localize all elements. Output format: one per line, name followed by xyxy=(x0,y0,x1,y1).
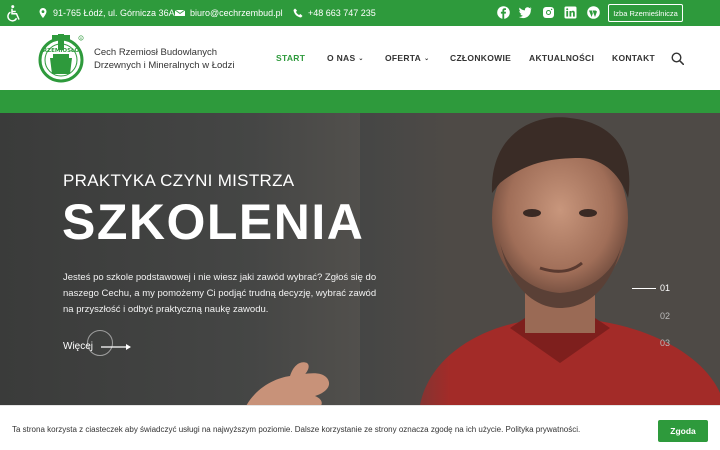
brand-line-1: Cech Rzemiosł Budowlanych xyxy=(94,47,218,58)
address-item: 91-765 Łódź, ul. Górnicza 36A xyxy=(38,0,175,26)
svg-text:R: R xyxy=(80,37,82,41)
phone-icon xyxy=(293,8,303,18)
slide-dot-01[interactable]: 01 xyxy=(660,283,670,293)
izba-rzemieslnicza-button[interactable]: Izba Rzemieślnicza xyxy=(608,4,683,22)
nav-item-o-nas[interactable]: O NAS ⌄ xyxy=(327,53,364,63)
hero-subtitle: PRAKTYKA CZYNI MISTRZA xyxy=(63,171,295,190)
search-icon[interactable] xyxy=(671,52,684,65)
instagram-icon[interactable] xyxy=(542,6,555,19)
slide-dot-03[interactable]: 03 xyxy=(660,338,670,348)
phone-item[interactable]: +48 663 747 235 xyxy=(293,0,376,26)
nav-item-czlonkowie[interactable]: CZŁONKOWIE xyxy=(450,53,511,63)
thumb-hand-graphic xyxy=(246,362,330,405)
hero-photo xyxy=(360,113,720,405)
phone-text[interactable]: +48 663 747 235 xyxy=(308,8,376,18)
more-circle xyxy=(87,330,113,356)
facebook-icon[interactable] xyxy=(497,6,510,19)
brand-line-2: Drzewnych i Mineralnych w Łodzi xyxy=(94,60,235,71)
nav-item-start[interactable]: START xyxy=(276,53,305,63)
nav-item-oferta[interactable]: OFERTA ⌄ xyxy=(385,53,429,63)
twitter-icon[interactable] xyxy=(518,6,532,19)
hero-text: Jesteś po szkole podstawowej i nie wiesz… xyxy=(63,272,377,315)
hero-slider: PRAKTYKA CZYNI MISTRZA SZKOLENIA Jesteś … xyxy=(0,113,720,405)
site-header: RZEMIOSŁO R Cech Rzemiosł Budowlanych Dr… xyxy=(0,26,720,90)
hero-title: SZKOLENIA xyxy=(62,194,365,250)
brand-name[interactable]: Cech Rzemiosł Budowlanych Drzewnych i Mi… xyxy=(94,46,254,72)
wordpress-icon[interactable] xyxy=(587,6,600,19)
nav-item-kontakt[interactable]: KONTAKT xyxy=(612,53,655,63)
slide-dot-02[interactable]: 02 xyxy=(660,311,670,321)
logo-text: RZEMIOSŁO xyxy=(43,48,79,54)
email-text[interactable]: biuro@cechrzembud.pl xyxy=(190,8,283,18)
address-text: 91-765 Łódź, ul. Górnicza 36A xyxy=(53,8,175,18)
active-slide-line xyxy=(632,288,656,289)
top-bar: 91-765 Łódź, ul. Górnicza 36A biuro@cech… xyxy=(0,0,720,26)
chevron-down-icon: ⌄ xyxy=(424,56,430,62)
more-button[interactable]: Więcej xyxy=(63,330,133,356)
cookie-accept-button[interactable]: Zgoda xyxy=(658,420,708,442)
cookie-text[interactable]: Ta strona korzysta z ciasteczek aby świa… xyxy=(12,425,580,434)
envelope-icon xyxy=(175,9,185,16)
location-pin-icon xyxy=(39,8,47,18)
nav-item-aktualnosci[interactable]: AKTUALNOŚCI xyxy=(529,53,594,63)
cookie-bar: Ta strona korzysta z ciasteczek aby świa… xyxy=(0,405,720,450)
green-band xyxy=(0,90,720,113)
chevron-down-icon: ⌄ xyxy=(358,56,364,62)
linkedin-icon[interactable] xyxy=(564,6,577,19)
rzemioslo-logo[interactable]: RZEMIOSŁO R xyxy=(38,32,86,84)
accessibility-icon[interactable] xyxy=(6,4,24,22)
email-item[interactable]: biuro@cechrzembud.pl xyxy=(175,0,283,26)
